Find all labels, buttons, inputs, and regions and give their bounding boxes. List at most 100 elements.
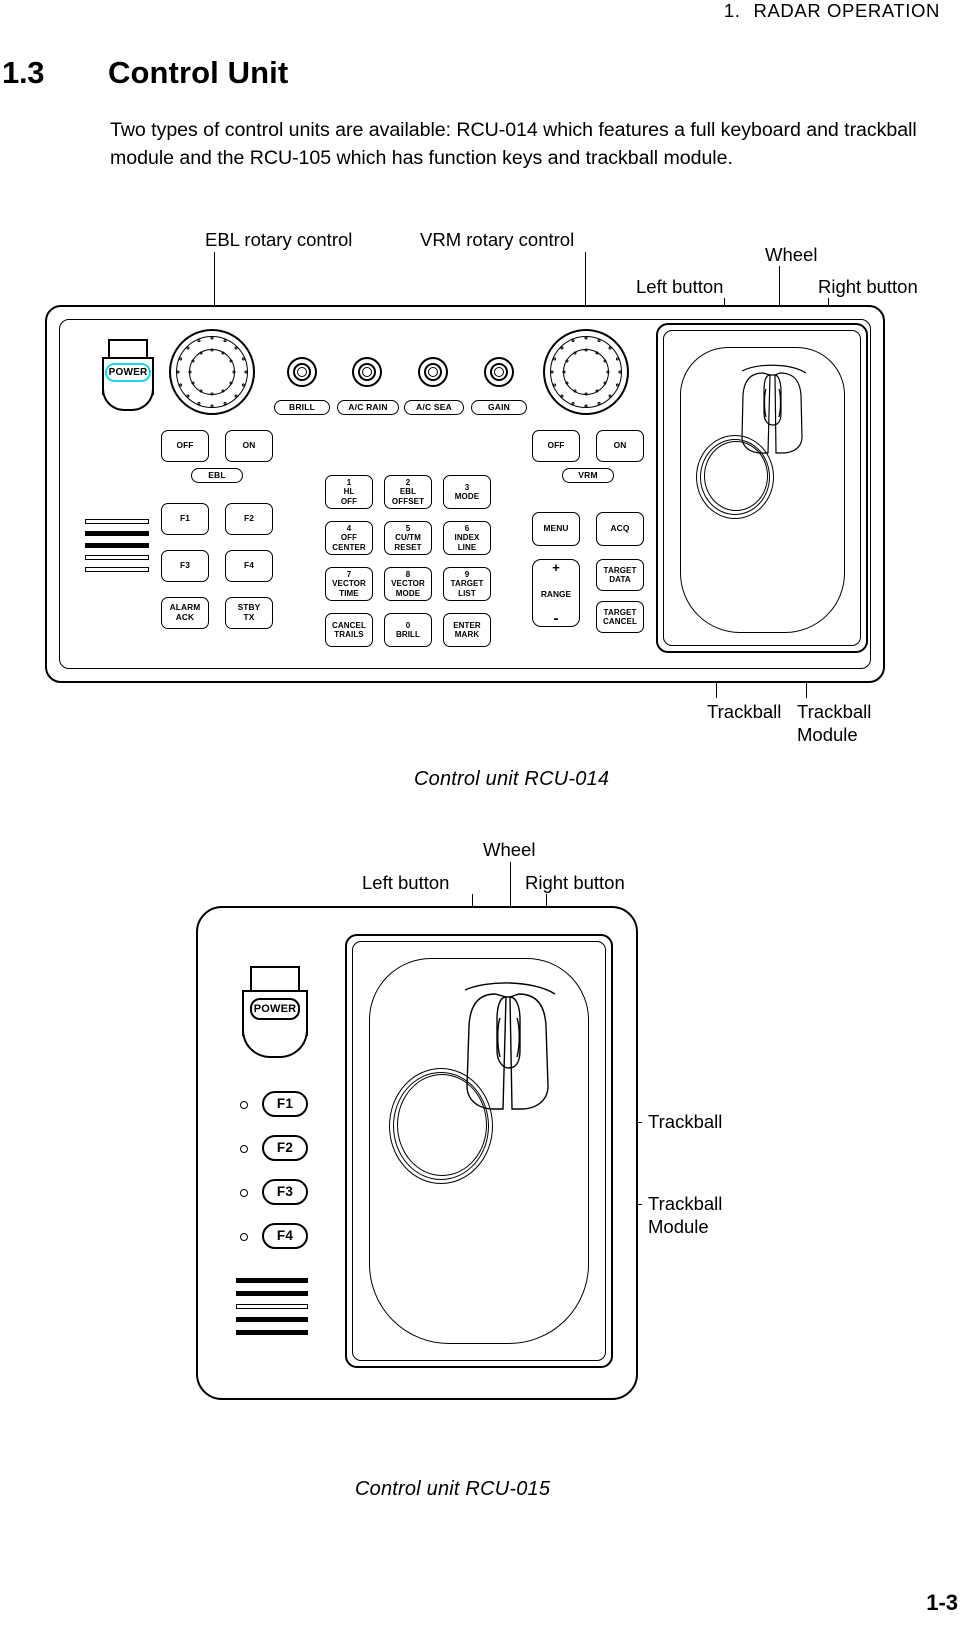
- control-unit-rcu-015: POWER F1 F2 F3 F4: [196, 906, 638, 1400]
- key-line1: CU/TM: [395, 533, 421, 543]
- f1-key[interactable]: F1: [161, 503, 209, 535]
- f2-key[interactable]: F2: [225, 503, 273, 535]
- f3-key-2[interactable]: F3: [262, 1179, 308, 1205]
- key-line1: VECTOR: [332, 579, 366, 589]
- callout-ebl-rotary: EBL rotary control: [205, 229, 353, 250]
- key-4-off-center[interactable]: 4 OFF CENTER: [325, 521, 373, 555]
- f4-key[interactable]: F4: [225, 550, 273, 582]
- key-line1: OFF: [340, 533, 358, 543]
- f4-led: [240, 1233, 248, 1241]
- control-unit-rcu-014: POWER BRILL A/C RAIN A/C SEA GAIN OFF ON…: [45, 305, 885, 683]
- vrm-on-key[interactable]: ON: [596, 430, 644, 462]
- grille-bar: [85, 543, 149, 548]
- ac-sea-knob[interactable]: [418, 357, 448, 387]
- power-switch-guard-2: [250, 966, 300, 992]
- power-switch-base: [102, 389, 154, 411]
- target-cancel-key[interactable]: TARGET CANCEL: [596, 601, 644, 633]
- vrm-rotary-knob[interactable]: [543, 329, 629, 415]
- f2-key-2[interactable]: F2: [262, 1135, 308, 1161]
- stby-tx-line2: TX: [243, 612, 255, 622]
- f2-led: [240, 1145, 248, 1153]
- range-minus[interactable]: -: [554, 611, 559, 626]
- vrm-off-key[interactable]: OFF: [532, 430, 580, 462]
- acq-key[interactable]: ACQ: [596, 512, 644, 546]
- f4-key-2[interactable]: F4: [262, 1223, 308, 1249]
- callout-trackball-module-2: Trackball Module: [648, 1193, 723, 1237]
- gain-knob[interactable]: [484, 357, 514, 387]
- power-button-label[interactable]: POWER: [105, 363, 151, 382]
- grille-bar: [85, 555, 149, 560]
- right-button-shape-2: [509, 993, 549, 1110]
- key-cancel-trails[interactable]: CANCEL TRAILS: [325, 613, 373, 647]
- alarm-ack-key[interactable]: ALARM ACK: [161, 597, 209, 629]
- key-line2: CENTER: [332, 542, 366, 552]
- key-line1: HL: [343, 487, 355, 497]
- key-line1: BRILL: [395, 630, 421, 639]
- ac-rain-knob[interactable]: [352, 357, 382, 387]
- key-7-vector-time[interactable]: 7 VECTOR TIME: [325, 567, 373, 601]
- target-cancel-line1: TARGET: [603, 607, 637, 617]
- ebl-off-key[interactable]: OFF: [161, 430, 209, 462]
- grille-bar: [85, 531, 149, 536]
- grille-bar: [85, 519, 149, 524]
- f1-key-2[interactable]: F1: [262, 1091, 308, 1117]
- brill-knob[interactable]: [287, 357, 317, 387]
- trackball-module-1[interactable]: [656, 323, 868, 653]
- power-button-label-2[interactable]: POWER: [250, 998, 300, 1020]
- ac-rain-legend: A/C RAIN: [337, 400, 399, 415]
- f3-key[interactable]: F3: [161, 550, 209, 582]
- header-chapter-title: RADAR OPERATION: [753, 0, 940, 21]
- key-line1: TARGET: [450, 579, 484, 589]
- grille-bar: [85, 567, 149, 572]
- brill-legend: BRILL: [274, 400, 330, 415]
- key-2-ebl-offset[interactable]: 2 EBL OFFSET: [384, 475, 432, 509]
- ebl-on-key[interactable]: ON: [225, 430, 273, 462]
- power-switch-assembly-2[interactable]: POWER: [242, 966, 308, 1058]
- key-number: 7: [346, 570, 352, 580]
- key-line2: OFFSET: [391, 496, 425, 506]
- callout-right-button-1: Right button: [818, 276, 918, 297]
- key-number: 0: [405, 620, 411, 630]
- key-number: 4: [346, 524, 352, 534]
- key-enter-mark[interactable]: ENTER MARK: [443, 613, 491, 647]
- key-line2: MODE: [395, 588, 421, 598]
- f1-led: [240, 1101, 248, 1109]
- ebl-rotary-knob[interactable]: [169, 329, 255, 415]
- key-6-index-line[interactable]: 6 INDEX LINE: [443, 521, 491, 555]
- callout-wheel-1: Wheel: [765, 244, 818, 265]
- key-line2: TIME: [339, 588, 359, 598]
- mouse-outline-top-2: [464, 982, 556, 995]
- key-line2: RESET: [394, 542, 422, 552]
- key-5-cutm-reset[interactable]: 5 CU/TM RESET: [384, 521, 432, 555]
- grille-bar: [236, 1330, 308, 1335]
- callout-right-button-2: Right button: [525, 872, 625, 893]
- key-8-vector-mode[interactable]: 8 VECTOR MODE: [384, 567, 432, 601]
- grille-bar: [236, 1304, 308, 1309]
- key-0-brill[interactable]: 0 BRILL: [384, 613, 432, 647]
- key-1-hl-off[interactable]: 1 HL OFF: [325, 475, 373, 509]
- power-switch-assembly[interactable]: POWER: [102, 339, 154, 413]
- menu-key[interactable]: MENU: [532, 512, 580, 546]
- trackball-module-2[interactable]: [345, 934, 613, 1368]
- page-number: 1-3: [926, 1590, 958, 1615]
- key-3-mode[interactable]: 3 MODE: [443, 475, 491, 509]
- range-rocker-key[interactable]: + RANGE -: [532, 559, 580, 627]
- acq-key-label: ACQ: [610, 523, 630, 534]
- target-data-key[interactable]: TARGET DATA: [596, 559, 644, 591]
- key-9-target-list[interactable]: 9 TARGET LIST: [443, 567, 491, 601]
- key-line2: LIST: [458, 588, 476, 598]
- page-title: Control Unit: [108, 55, 289, 90]
- speaker-grille-2: [236, 1278, 308, 1340]
- callout-left-button-1: Left button: [636, 276, 724, 297]
- target-data-line1: TARGET: [603, 565, 637, 575]
- key-line2: TRAILS: [334, 630, 364, 639]
- range-plus[interactable]: +: [552, 561, 560, 574]
- callout-wheel-2: Wheel: [483, 839, 536, 860]
- speaker-grille: [85, 519, 149, 575]
- key-line2: LINE: [457, 542, 477, 552]
- key-number: 3: [464, 482, 470, 492]
- gain-legend: GAIN: [471, 400, 527, 415]
- stby-tx-key[interactable]: STBY TX: [225, 597, 273, 629]
- key-line2: MARK: [454, 630, 480, 639]
- mouse-outline-top: [741, 364, 807, 374]
